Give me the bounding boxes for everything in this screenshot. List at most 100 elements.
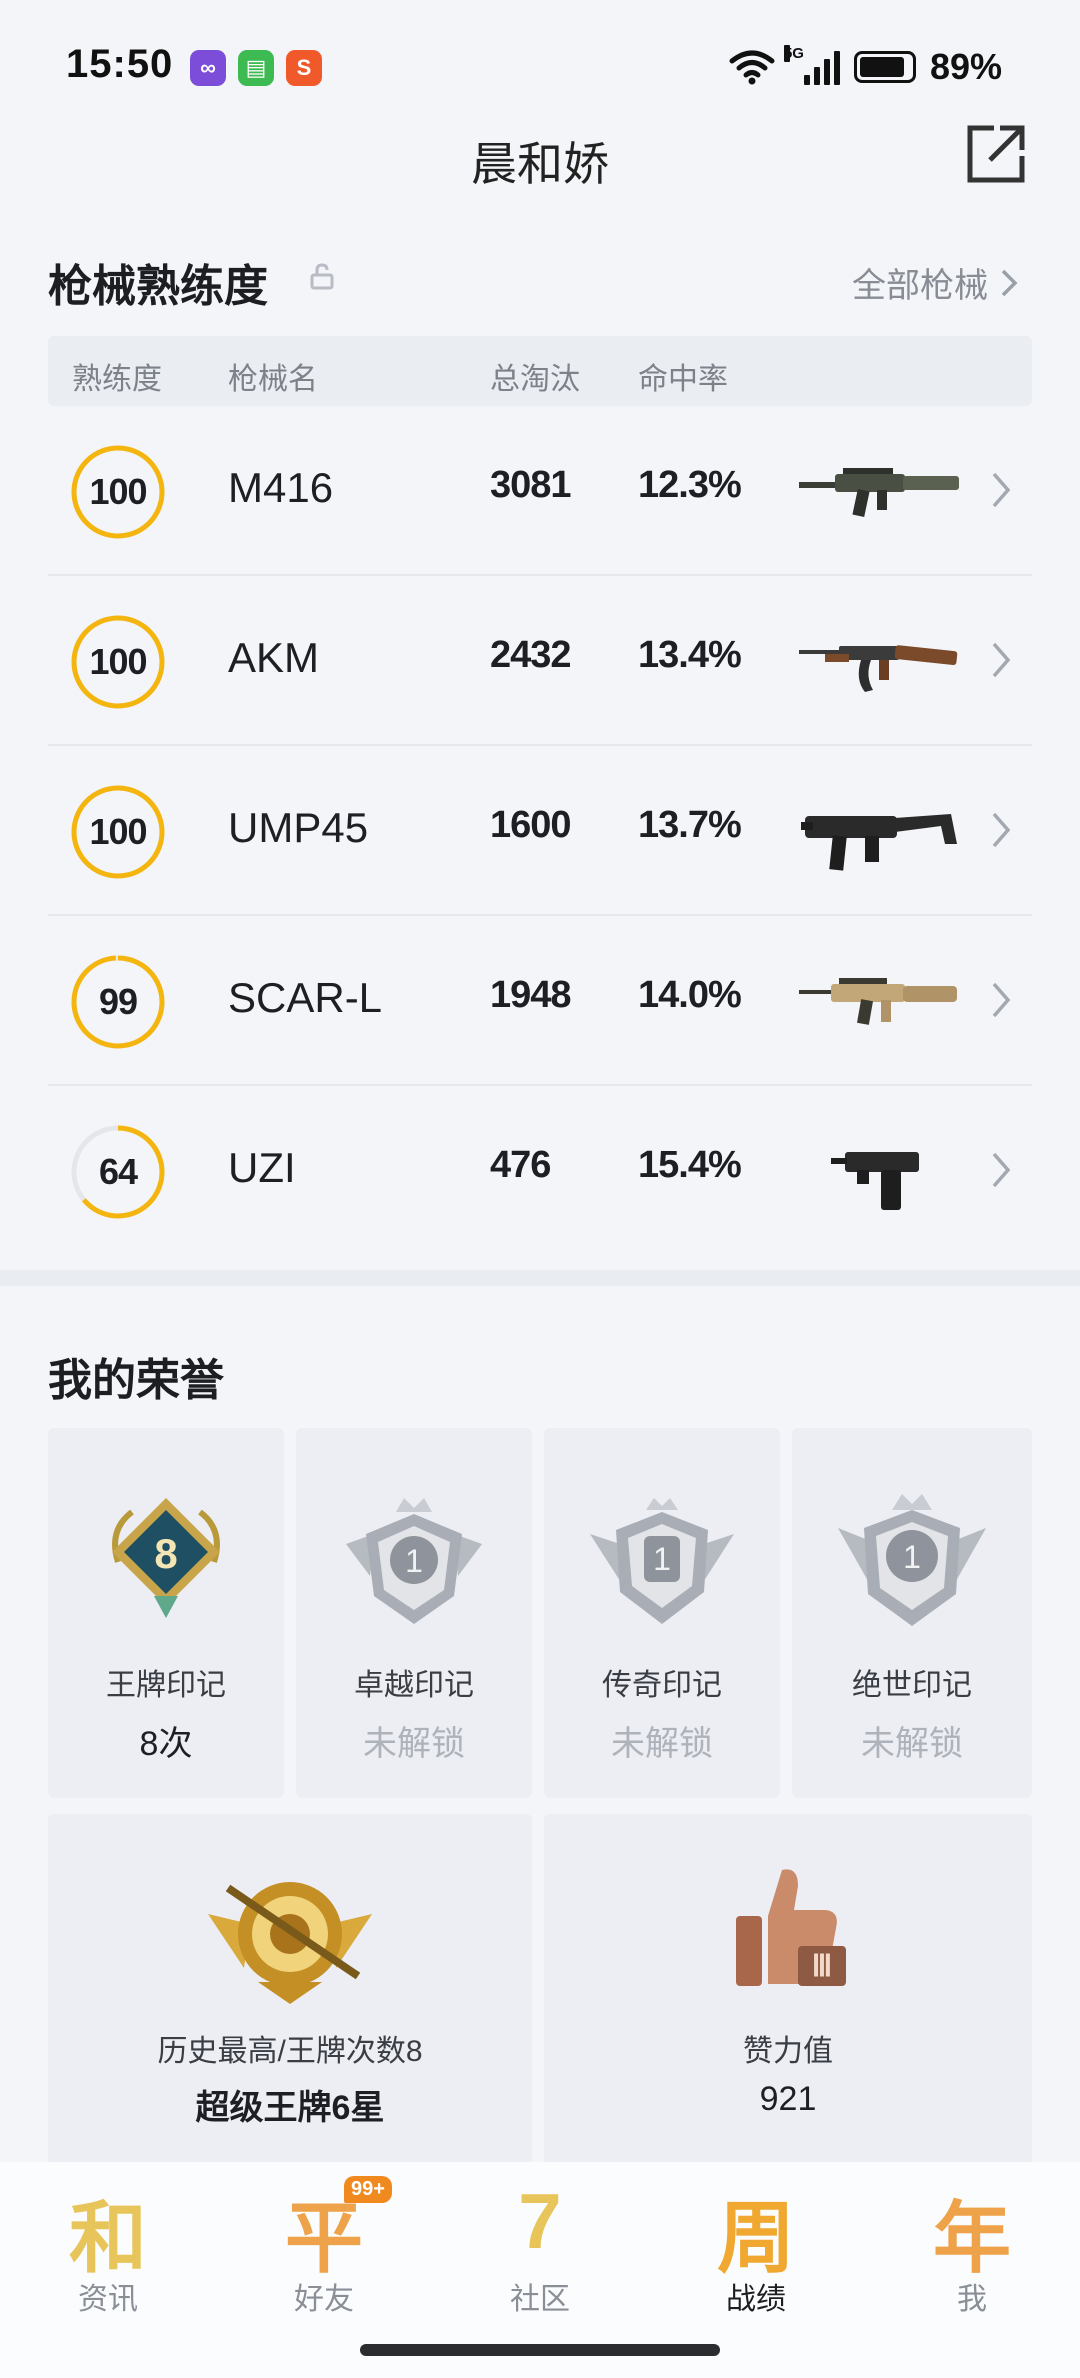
nav-label: 我 — [957, 2283, 987, 2316]
peerless-mark-number: 1 — [903, 1539, 921, 1575]
thumbs-up-badge-icon: Ⅲ — [736, 1869, 846, 1986]
proficiency-ring: 100 — [70, 784, 166, 880]
scar-l-rifle-icon — [799, 978, 957, 1025]
weapon-row-ump45[interactable]: 100 UMP45 1600 13.7% — [48, 746, 1032, 916]
chevron-right-icon — [992, 1152, 1011, 1188]
page-title: 晨和娇 — [471, 138, 609, 190]
status-app-icons: ∞ ▤ S — [190, 50, 322, 86]
weapon-row-akm[interactable]: 100 AKM 2432 13.4% — [48, 576, 1032, 746]
honor-card-excellence[interactable]: 1 卓越印记 未解锁 — [296, 1428, 532, 1798]
ace-mark-number: 8 — [154, 1530, 177, 1577]
community-tab-icon: 7 — [518, 2177, 562, 2265]
column-weapon-name: 枪械名 — [228, 363, 318, 396]
proficiency-value: 100 — [89, 641, 147, 682]
like-power-card[interactable]: Ⅲ 赞力值 921 — [544, 1814, 1032, 2164]
history-highest-value: 超级王牌6星 — [195, 2089, 385, 2127]
proficiency-value: 99 — [98, 981, 138, 1022]
honor-card-ace[interactable]: 8 王牌印记 8次 — [48, 1428, 284, 1798]
weapon-row-uzi[interactable]: 64 UZI 476 15.4% — [48, 1086, 1032, 1256]
proficiency-ring: 64 — [70, 1124, 166, 1220]
proficiency-ring: 100 — [70, 614, 166, 710]
legend-mark-number: 1 — [653, 1541, 671, 1577]
honor-card-peerless[interactable]: 1 绝世印记 未解锁 — [792, 1428, 1032, 1798]
status-indicators: 5G 89% — [728, 45, 1002, 88]
column-total-kills: 总淘汰 — [490, 363, 580, 396]
history-highest-label: 历史最高/王牌次数8 — [157, 2035, 423, 2068]
weapon-hit-rate: 13.4% — [638, 634, 742, 676]
battery-fill — [859, 57, 905, 77]
cellular-signal-icon: 5G — [783, 45, 840, 85]
home-indicator — [360, 2344, 720, 2356]
weapon-total-kills: 2432 — [490, 634, 572, 676]
all-weapons-link[interactable]: 全部枪械 — [852, 258, 1018, 307]
honor-card-legend[interactable]: 1 传奇印记 未解锁 — [544, 1428, 780, 1798]
honors-section-title: 我的荣誉 — [48, 1356, 224, 1405]
chevron-right-icon — [1001, 269, 1018, 296]
column-hit-rate: 命中率 — [638, 363, 728, 396]
super-ace-badge-icon — [208, 1882, 372, 2004]
chat-app-icon: ▤ — [238, 50, 274, 86]
history-highest-card[interactable]: 历史最高/王牌次数8 超级王牌6星 — [48, 1814, 532, 2164]
notification-badge: 99+ — [344, 2176, 392, 2203]
weapon-name: UZI — [228, 1144, 296, 1191]
nav-item-me[interactable]: 年 我 — [864, 2162, 1080, 2378]
honor-label: 卓越印记 — [354, 1669, 474, 1702]
nav-label: 战绩 — [726, 2283, 786, 2316]
weapons-section-title: 枪械熟练度 — [48, 262, 268, 311]
like-level-text: Ⅲ — [812, 1950, 833, 1983]
status-bar: 15:50 ∞ ▤ S 5G 89% — [0, 0, 1080, 130]
honor-label: 绝世印记 — [852, 1669, 972, 1702]
chevron-right-icon — [992, 472, 1011, 508]
proficiency-value: 100 — [89, 471, 147, 512]
network-type: 5G — [783, 45, 804, 62]
honor-value: 未解锁 — [363, 1725, 465, 1763]
proficiency-value: 64 — [98, 1151, 138, 1192]
weapon-total-kills: 3081 — [490, 464, 572, 506]
like-power-value: 921 — [759, 2080, 817, 2118]
proficiency-ring: 100 — [70, 444, 166, 540]
weapon-row-m416[interactable]: 100 M416 3081 12.3% — [48, 406, 1032, 576]
m416-rifle-icon — [799, 468, 959, 517]
honor-value: 8次 — [139, 1725, 193, 1763]
nav-item-news[interactable]: 和 资讯 — [0, 2162, 216, 2378]
battery-icon — [853, 51, 916, 83]
honor-label: 传奇印记 — [602, 1669, 722, 1702]
unlock-icon[interactable] — [308, 262, 336, 290]
section-divider — [0, 1270, 1080, 1286]
friends-tab-icon: 平 — [284, 2194, 363, 2282]
weapon-name: M416 — [228, 464, 334, 511]
all-weapons-label: 全部枪械 — [852, 267, 988, 305]
proficiency-value: 100 — [89, 811, 147, 852]
weapon-hit-rate: 12.3% — [638, 464, 742, 506]
like-power-label: 赞力值 — [743, 2035, 833, 2068]
weapon-name: SCAR-L — [228, 974, 383, 1021]
honor-label: 王牌印记 — [106, 1669, 226, 1702]
weapon-hit-rate: 13.7% — [638, 804, 742, 846]
excellence-mark-badge-icon: 1 — [346, 1498, 482, 1624]
weapon-hit-rate: 15.4% — [638, 1144, 742, 1186]
weapon-total-kills: 1948 — [490, 974, 572, 1016]
akm-rifle-icon — [799, 645, 958, 692]
column-proficiency: 熟练度 — [72, 363, 162, 396]
share-export-icon[interactable] — [964, 122, 1028, 186]
wifi-icon — [729, 50, 775, 85]
chevron-right-icon — [992, 982, 1011, 1018]
honor-value: 未解锁 — [861, 1725, 963, 1763]
weapon-name: UMP45 — [228, 804, 369, 851]
sogou-app-icon: S — [286, 50, 322, 86]
stats-tab-icon: 周 — [716, 2194, 795, 2282]
weapon-total-kills: 1600 — [490, 804, 572, 846]
ump45-smg-icon — [801, 814, 957, 871]
weapon-row-scar-l[interactable]: 99 SCAR-L 1948 14.0% — [48, 916, 1032, 1086]
ace-mark-badge-icon: 8 — [112, 1498, 220, 1618]
excellence-mark-number: 1 — [405, 1543, 423, 1579]
nav-label: 资讯 — [78, 2283, 138, 2316]
honor-value: 未解锁 — [611, 1725, 713, 1763]
legend-mark-badge-icon: 1 — [590, 1498, 734, 1624]
infinity-app-icon: ∞ — [190, 50, 226, 86]
status-time: 15:50 — [66, 42, 174, 86]
news-tab-icon: 和 — [68, 2194, 147, 2282]
nav-label: 社区 — [510, 2283, 570, 2316]
weapon-total-kills: 476 — [490, 1144, 551, 1186]
peerless-mark-badge-icon: 1 — [838, 1494, 986, 1626]
